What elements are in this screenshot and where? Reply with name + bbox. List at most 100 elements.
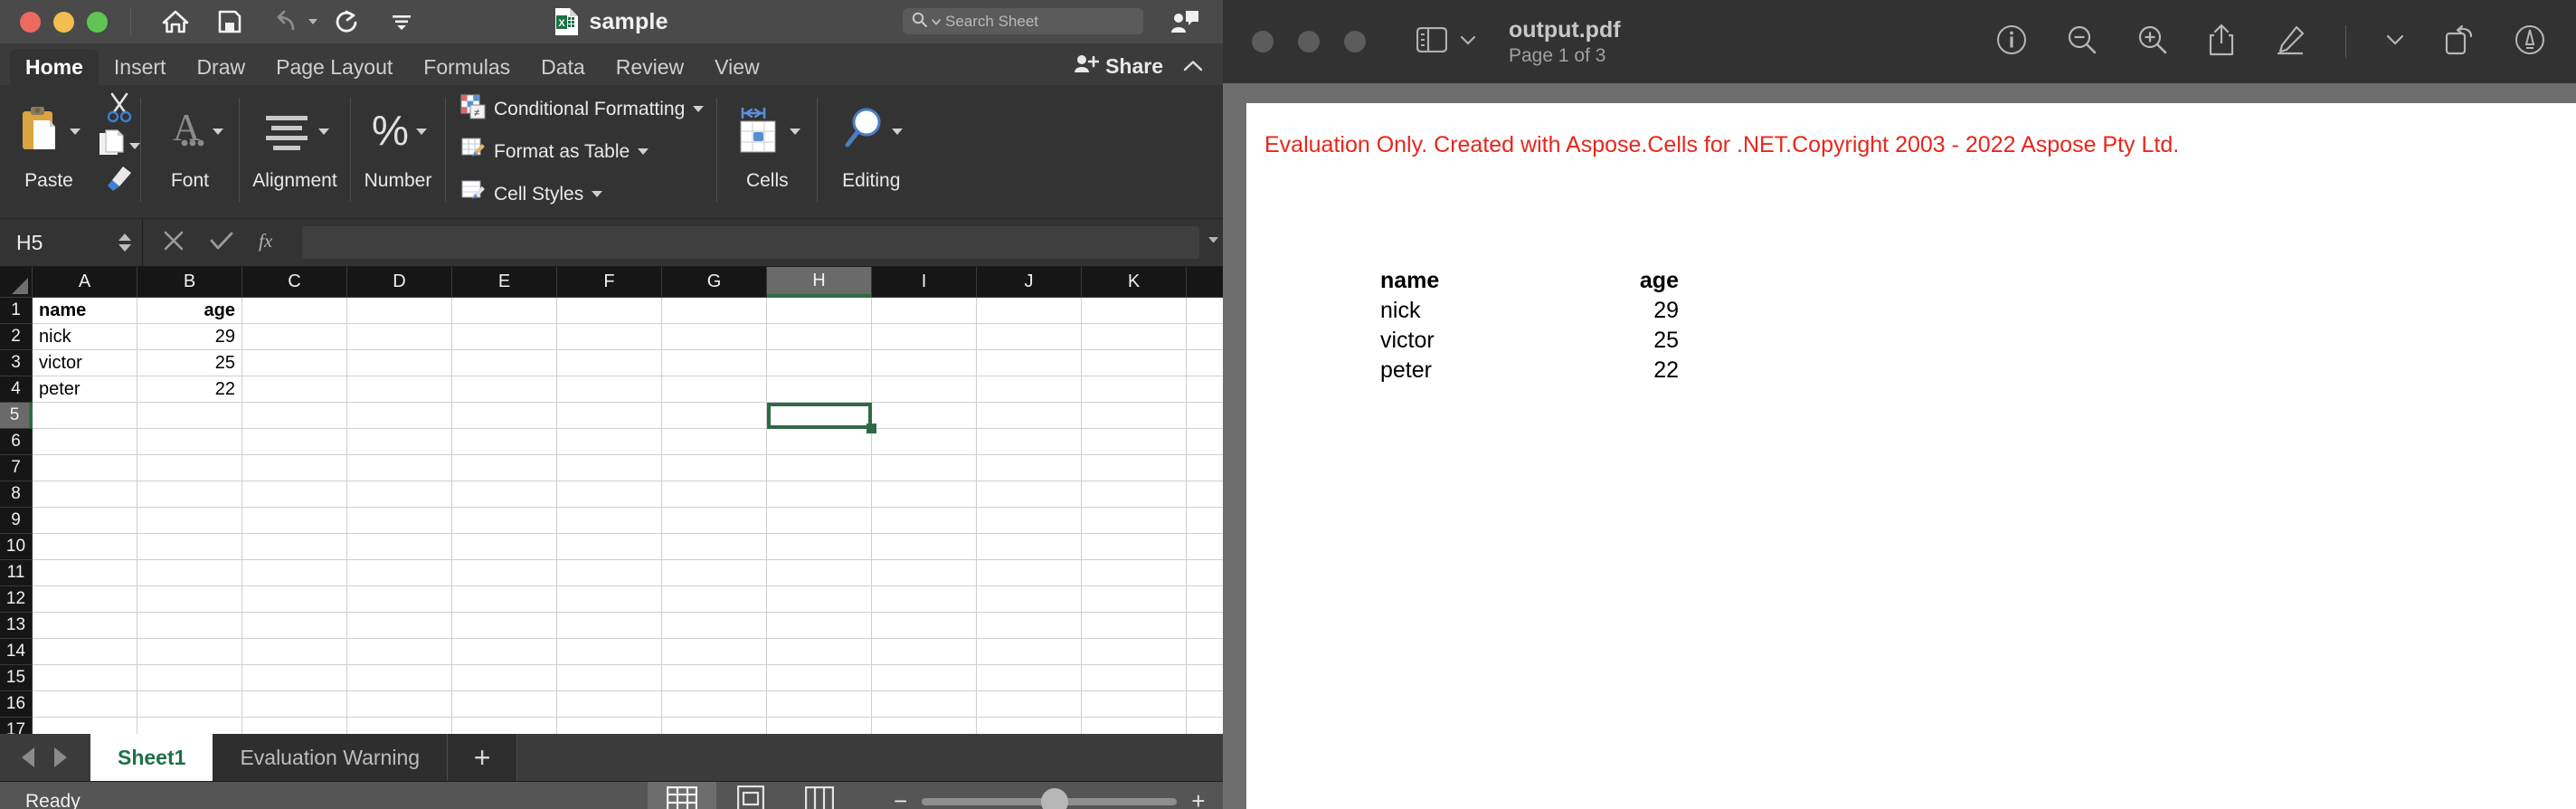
cell-H15[interactable] — [767, 665, 872, 691]
column-header-E[interactable]: E — [452, 267, 557, 298]
cell-G2[interactable] — [662, 324, 767, 350]
cell-H4[interactable] — [767, 376, 872, 403]
cell-G17[interactable] — [662, 718, 767, 734]
grid-cells[interactable]: nameagenick29victor25peter22 — [33, 298, 1223, 734]
cell-F11[interactable] — [557, 560, 662, 586]
row-header-6[interactable]: 6 — [0, 429, 33, 455]
row-header-16[interactable]: 16 — [0, 691, 33, 718]
cell-A14[interactable] — [33, 639, 137, 665]
column-header-B[interactable]: B — [137, 267, 242, 298]
cell-B1[interactable]: age — [137, 298, 242, 324]
cell-E6[interactable] — [452, 429, 557, 455]
cell-E11[interactable] — [452, 560, 557, 586]
editing-button[interactable]: Editing — [818, 85, 924, 192]
column-header-H[interactable]: H — [767, 267, 872, 298]
page-layout-view-button[interactable] — [716, 782, 785, 809]
cells-button[interactable]: Cells — [717, 85, 817, 192]
cell-H2[interactable] — [767, 324, 872, 350]
cell-F6[interactable] — [557, 429, 662, 455]
add-sheet-button[interactable]: + — [447, 734, 517, 781]
cell-L8[interactable] — [1187, 481, 1223, 508]
cell-A4[interactable]: peter — [33, 376, 137, 403]
cell-G3[interactable] — [662, 350, 767, 376]
number-button[interactable]: % Number — [351, 85, 445, 192]
cell-I15[interactable] — [872, 665, 977, 691]
cell-A15[interactable] — [33, 665, 137, 691]
cell-B4[interactable]: 22 — [137, 376, 242, 403]
cell-D6[interactable] — [347, 429, 452, 455]
cell-C8[interactable] — [242, 481, 347, 508]
row-header-7[interactable]: 7 — [0, 455, 33, 481]
cell-F17[interactable] — [557, 718, 662, 734]
alignment-button[interactable]: Alignment — [240, 85, 350, 192]
cell-B13[interactable] — [137, 613, 242, 639]
cell-G16[interactable] — [662, 691, 767, 718]
cell-C17[interactable] — [242, 718, 347, 734]
row-header-10[interactable]: 10 — [0, 534, 33, 560]
cell-K8[interactable] — [1082, 481, 1187, 508]
cell-E10[interactable] — [452, 534, 557, 560]
cell-E1[interactable] — [452, 298, 557, 324]
conditional-formatting-caret[interactable] — [693, 106, 704, 112]
cell-styles-button[interactable]: Cell Styles — [460, 179, 704, 210]
share-button[interactable]: Share — [1074, 52, 1163, 80]
cell-C12[interactable] — [242, 586, 347, 613]
markup-dropdown-button[interactable] — [2386, 33, 2404, 50]
paste-button[interactable]: Paste — [0, 85, 98, 192]
cell-I16[interactable] — [872, 691, 977, 718]
column-header-A[interactable]: A — [33, 267, 137, 298]
cell-C4[interactable] — [242, 376, 347, 403]
cell-J17[interactable] — [977, 718, 1082, 734]
cell-K12[interactable] — [1082, 586, 1187, 613]
zoom-in-button[interactable]: + — [1191, 787, 1205, 809]
cell-F5[interactable] — [557, 403, 662, 429]
cell-L14[interactable] — [1187, 639, 1223, 665]
preview-minimize-button[interactable] — [1298, 31, 1320, 52]
cell-D2[interactable] — [347, 324, 452, 350]
cell-A6[interactable] — [33, 429, 137, 455]
cell-F14[interactable] — [557, 639, 662, 665]
cell-I3[interactable] — [872, 350, 977, 376]
cell-H11[interactable] — [767, 560, 872, 586]
tab-formulas[interactable]: Formulas — [408, 49, 526, 85]
normal-view-button[interactable] — [648, 782, 716, 809]
cell-D8[interactable] — [347, 481, 452, 508]
cell-G15[interactable] — [662, 665, 767, 691]
home-button[interactable] — [151, 3, 200, 41]
cell-B3[interactable]: 25 — [137, 350, 242, 376]
maximize-button[interactable] — [87, 12, 108, 33]
sheet-tab-evaluation-warning[interactable]: Evaluation Warning — [213, 734, 447, 781]
cell-A8[interactable] — [33, 481, 137, 508]
copy-button[interactable] — [98, 129, 140, 163]
cell-L1[interactable] — [1187, 298, 1223, 324]
cell-E3[interactable] — [452, 350, 557, 376]
cell-G4[interactable] — [662, 376, 767, 403]
cell-L11[interactable] — [1187, 560, 1223, 586]
zoom-out-button[interactable] — [2067, 24, 2098, 60]
cell-H1[interactable] — [767, 298, 872, 324]
cell-A5[interactable] — [33, 403, 137, 429]
row-header-13[interactable]: 13 — [0, 613, 33, 639]
cell-I8[interactable] — [872, 481, 977, 508]
cell-D16[interactable] — [347, 691, 452, 718]
cell-C9[interactable] — [242, 508, 347, 534]
cell-E8[interactable] — [452, 481, 557, 508]
cell-E12[interactable] — [452, 586, 557, 613]
cell-C5[interactable] — [242, 403, 347, 429]
conditional-formatting-button[interactable]: ≠ Conditional Formatting — [460, 94, 704, 125]
cell-K11[interactable] — [1082, 560, 1187, 586]
collapse-ribbon-button[interactable] — [1183, 60, 1203, 76]
row-header-14[interactable]: 14 — [0, 639, 33, 665]
cell-B6[interactable] — [137, 429, 242, 455]
row-header-12[interactable]: 12 — [0, 586, 33, 613]
cell-I11[interactable] — [872, 560, 977, 586]
confirm-button[interactable] — [210, 231, 233, 255]
tab-review[interactable]: Review — [601, 49, 699, 85]
cell-H3[interactable] — [767, 350, 872, 376]
row-header-8[interactable]: 8 — [0, 481, 33, 508]
cell-I13[interactable] — [872, 613, 977, 639]
cell-I9[interactable] — [872, 508, 977, 534]
cell-F3[interactable] — [557, 350, 662, 376]
spreadsheet-grid[interactable]: A B C D E F G H I J K L 1234567891011121… — [0, 267, 1223, 734]
save-button[interactable] — [205, 3, 254, 41]
